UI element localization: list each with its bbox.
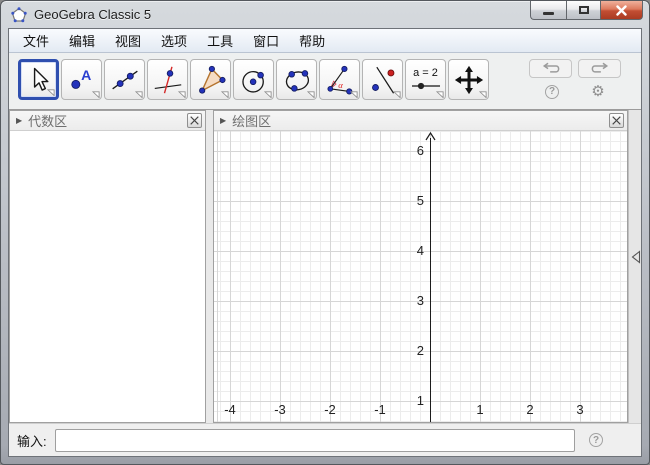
tool-dropdown-icon[interactable] [92, 90, 100, 98]
y-axis-tick-label: 1 [388, 393, 424, 408]
tool-move-graphics-view-button[interactable] [448, 59, 489, 100]
tool-dropdown-icon[interactable] [221, 90, 229, 98]
redo-button[interactable] [578, 59, 621, 78]
x-axis-tick-label: -4 [215, 402, 245, 417]
graphics-panel-title: 绘图区 [232, 111, 271, 130]
menu-bar: 文件 编辑 视图 选项 工具 窗口 帮助 [9, 29, 641, 53]
y-axis-tick-label: 6 [388, 143, 424, 158]
toolbar: A [9, 53, 641, 110]
undo-icon [540, 62, 562, 75]
y-axis [430, 138, 431, 422]
graphics-panel-header: ▶ 绘图区 [214, 111, 627, 131]
tool-angle-button[interactable]: α [319, 59, 360, 100]
window-controls [530, 1, 643, 20]
tool-line-button[interactable] [104, 59, 145, 100]
algebra-view-panel: ▶ 代数区 [9, 110, 206, 423]
algebra-panel-close-button[interactable] [187, 113, 202, 128]
window-title: GeoGebra Classic 5 [34, 7, 151, 22]
tool-dropdown-icon[interactable] [436, 90, 444, 98]
tool-ellipse-button[interactable] [276, 59, 317, 100]
menu-item[interactable]: 工具 [197, 29, 243, 52]
geogebra-window: GeoGebra Classic 5 文件 编辑 视图 选项 工具 窗口 [0, 0, 650, 465]
menu-item[interactable]: 选项 [151, 29, 197, 52]
y-axis-tick-label: 2 [388, 343, 424, 358]
x-axis-tick-label: -3 [265, 402, 295, 417]
settings-gear-icon[interactable]: ⚙ [591, 84, 604, 99]
algebra-panel-header: ▶ 代数区 [10, 111, 205, 131]
y-axis-tick-label: 3 [388, 293, 424, 308]
menu-item[interactable]: 编辑 [59, 29, 105, 52]
toolbar-right-controls: ? ⚙ [529, 59, 621, 99]
menu-item[interactable]: 视图 [105, 29, 151, 52]
tool-point-button[interactable]: A [61, 59, 102, 100]
menu-item[interactable]: 窗口 [243, 29, 289, 52]
redo-icon [589, 62, 611, 75]
undo-button[interactable] [529, 59, 572, 78]
tool-dropdown-icon[interactable] [178, 90, 186, 98]
graphics-panel-close-button[interactable] [609, 113, 624, 128]
minimize-icon [543, 12, 554, 15]
x-axis-tick-label: 2 [515, 402, 545, 417]
graphics-collapse-icon[interactable]: ▶ [220, 116, 226, 125]
right-sidebar-strip [628, 110, 641, 423]
window-content: 文件 编辑 视图 选项 工具 窗口 帮助 [8, 28, 642, 457]
maximize-button[interactable] [566, 1, 600, 20]
slider-icon-label: a = 2 [413, 68, 438, 79]
tool-dropdown-icon[interactable] [479, 90, 487, 98]
maximize-icon [579, 6, 589, 14]
close-x-icon [612, 116, 621, 125]
menu-item[interactable]: 帮助 [289, 29, 335, 52]
tool-polygon-button[interactable] [190, 59, 231, 100]
graphics-view-panel: ▶ 绘图区 -4-3-2-1123654321 [213, 110, 628, 423]
algebra-panel-title: 代数区 [28, 111, 67, 130]
x-axis-tick-label: 3 [565, 402, 595, 417]
collapse-sidebar-icon[interactable] [631, 250, 641, 264]
close-icon [616, 5, 627, 16]
command-input[interactable] [55, 429, 575, 452]
close-button[interactable] [600, 1, 643, 20]
tool-circle-with-center-button[interactable] [233, 59, 274, 100]
tool-dropdown-icon[interactable] [135, 90, 143, 98]
tool-dropdown-icon[interactable] [47, 88, 55, 96]
svg-text:A: A [81, 67, 91, 83]
main-area: ▶ 代数区 ▶ 绘图区 [9, 110, 641, 423]
tool-reflect-about-line-button[interactable] [362, 59, 403, 100]
x-axis-tick-label: 1 [465, 402, 495, 417]
tool-perpendicular-line-button[interactable] [147, 59, 188, 100]
input-label: 输入: [17, 431, 47, 450]
algebra-collapse-icon[interactable]: ▶ [16, 116, 22, 125]
geogebra-logo-icon [11, 7, 27, 23]
tool-move-button[interactable] [18, 59, 59, 100]
tool-dropdown-icon[interactable] [350, 90, 358, 98]
svg-text:α: α [338, 79, 343, 89]
input-help-icon[interactable]: ? [589, 433, 603, 447]
y-axis-tick-label: 5 [388, 193, 424, 208]
tool-dropdown-icon[interactable] [393, 90, 401, 98]
algebra-panel-body[interactable] [10, 131, 205, 422]
x-axis-tick-label: -2 [315, 402, 345, 417]
tool-dropdown-icon[interactable] [307, 90, 315, 98]
input-bar: 输入: ? [9, 423, 641, 456]
toolbar-help-icon[interactable]: ? [545, 85, 559, 99]
graphics-canvas[interactable]: -4-3-2-1123654321 [214, 131, 627, 422]
slider-icon: a = 2 [411, 68, 441, 91]
y-axis-tick-label: 4 [388, 243, 424, 258]
tool-slider-button[interactable]: a = 2 [405, 59, 446, 100]
close-x-icon [190, 116, 199, 125]
panel-splitter[interactable] [206, 110, 213, 423]
minimize-button[interactable] [530, 1, 566, 20]
menu-item[interactable]: 文件 [13, 29, 59, 52]
y-axis-arrow-icon [425, 132, 436, 141]
tool-dropdown-icon[interactable] [264, 90, 272, 98]
